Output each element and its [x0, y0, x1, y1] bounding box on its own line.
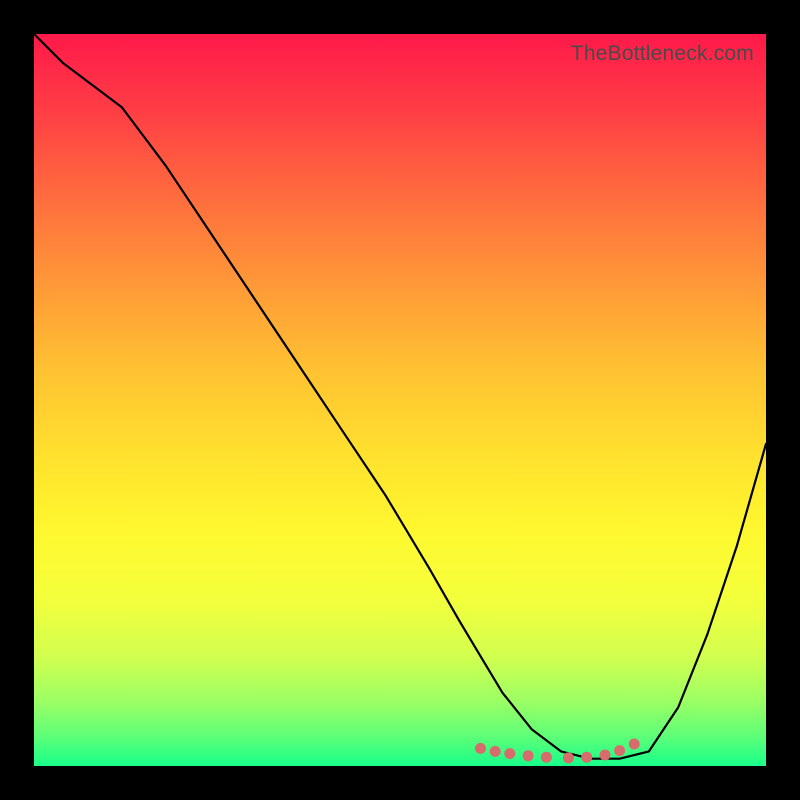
chart-plot-area: TheBottleneck.com: [34, 34, 766, 766]
sweet-spot-dot: [490, 746, 501, 757]
sweet-spot-dot: [523, 750, 534, 761]
sweet-spot-dot: [600, 750, 611, 761]
sweet-spot-dot: [581, 752, 592, 763]
bottleneck-curve-path: [34, 34, 766, 759]
sweet-spot-dot: [541, 752, 552, 763]
watermark-text: TheBottleneck.com: [571, 42, 754, 66]
sweet-spot-dot: [504, 748, 515, 759]
sweet-spot-dot: [563, 752, 574, 763]
chart-svg: [34, 34, 766, 766]
sweet-spot-dot: [475, 743, 486, 754]
sweet-spot-dot: [614, 745, 625, 756]
sweet-spot-dot: [629, 739, 640, 750]
